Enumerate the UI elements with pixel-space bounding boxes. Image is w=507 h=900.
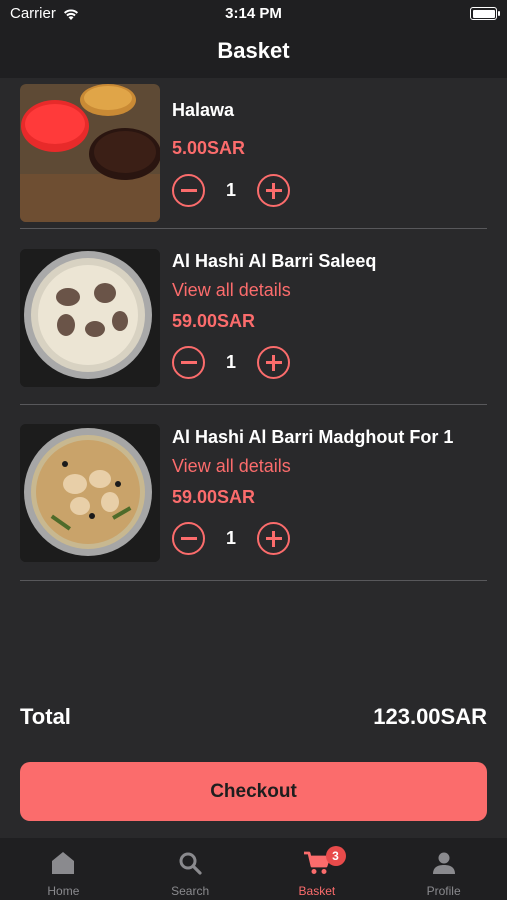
tab-search[interactable]: Search xyxy=(127,838,254,900)
decrease-quantity-button[interactable] xyxy=(172,346,205,379)
item-image xyxy=(20,249,160,387)
basket-item: Al Hashi Al Barri Madghout For 1 View al… xyxy=(20,405,487,581)
item-image xyxy=(20,424,160,562)
view-details-link[interactable]: View all details xyxy=(172,456,453,477)
tab-bar: Home Search 3 Basket Profile xyxy=(0,838,507,900)
item-info: Al Hashi Al Barri Madghout For 1 View al… xyxy=(172,427,453,555)
quantity-stepper: 1 xyxy=(172,346,376,379)
increase-quantity-button[interactable] xyxy=(257,174,290,207)
home-icon xyxy=(52,852,75,874)
item-info: Al Hashi Al Barri Saleeq View all detail… xyxy=(172,251,376,379)
minus-icon xyxy=(180,361,197,364)
item-image xyxy=(20,84,160,222)
decrease-quantity-button[interactable] xyxy=(172,522,205,555)
tab-label: Basket xyxy=(298,884,336,898)
battery-icon xyxy=(470,7,500,20)
item-price: 59.00SAR xyxy=(172,487,256,507)
quantity-stepper: 1 xyxy=(172,522,453,555)
checkout-button[interactable]: Checkout xyxy=(20,762,487,821)
item-name: Al Hashi Al Barri Madghout For 1 xyxy=(172,427,454,447)
quantity-value: 1 xyxy=(225,180,236,200)
item-name: Al Hashi Al Barri Saleeq xyxy=(172,251,377,271)
increase-quantity-button[interactable] xyxy=(257,346,290,379)
total-value: 123.00SAR xyxy=(373,704,487,729)
tab-label: Profile xyxy=(426,884,461,898)
quantity-stepper: 1 xyxy=(172,174,290,207)
quantity-value: 1 xyxy=(225,352,236,372)
person-icon xyxy=(432,852,455,874)
item-price: 5.00SAR xyxy=(172,138,246,158)
tab-label: Search xyxy=(171,884,210,898)
total-row: Total 123.00SAR xyxy=(20,704,487,734)
tab-home[interactable]: Home xyxy=(0,838,127,900)
view-details-link[interactable]: View all details xyxy=(172,280,376,301)
status-bar: Carrier 3:14 PM xyxy=(0,0,507,28)
item-name: Halawa xyxy=(172,100,235,120)
basket-item: Halawa 5.00SAR 1 xyxy=(20,78,487,229)
item-info: Halawa 5.00SAR 1 xyxy=(172,100,290,207)
saleeq-image xyxy=(20,249,160,387)
halawa-image xyxy=(20,84,160,222)
item-price: 59.00SAR xyxy=(172,311,256,331)
increase-quantity-button[interactable] xyxy=(257,522,290,555)
tab-label: Home xyxy=(47,884,80,898)
madghout-image xyxy=(20,424,160,562)
quantity-value: 1 xyxy=(225,528,236,548)
decrease-quantity-button[interactable] xyxy=(172,174,205,207)
tab-profile[interactable]: Profile xyxy=(380,838,507,900)
search-icon xyxy=(179,852,202,875)
minus-icon xyxy=(180,189,197,192)
total-label: Total xyxy=(20,704,71,729)
page-title: Basket xyxy=(217,38,290,63)
cart-count-badge: 3 xyxy=(325,846,346,866)
status-time: 3:14 PM xyxy=(225,5,282,22)
tab-basket[interactable]: 3 Basket xyxy=(254,838,381,900)
basket-list: Halawa 5.00SAR 1 Al Hashi Al Barri Salee… xyxy=(20,78,487,581)
basket-item: Al Hashi Al Barri Saleeq View all detail… xyxy=(20,229,487,405)
minus-icon xyxy=(180,537,197,540)
nav-header: Basket xyxy=(0,28,507,78)
